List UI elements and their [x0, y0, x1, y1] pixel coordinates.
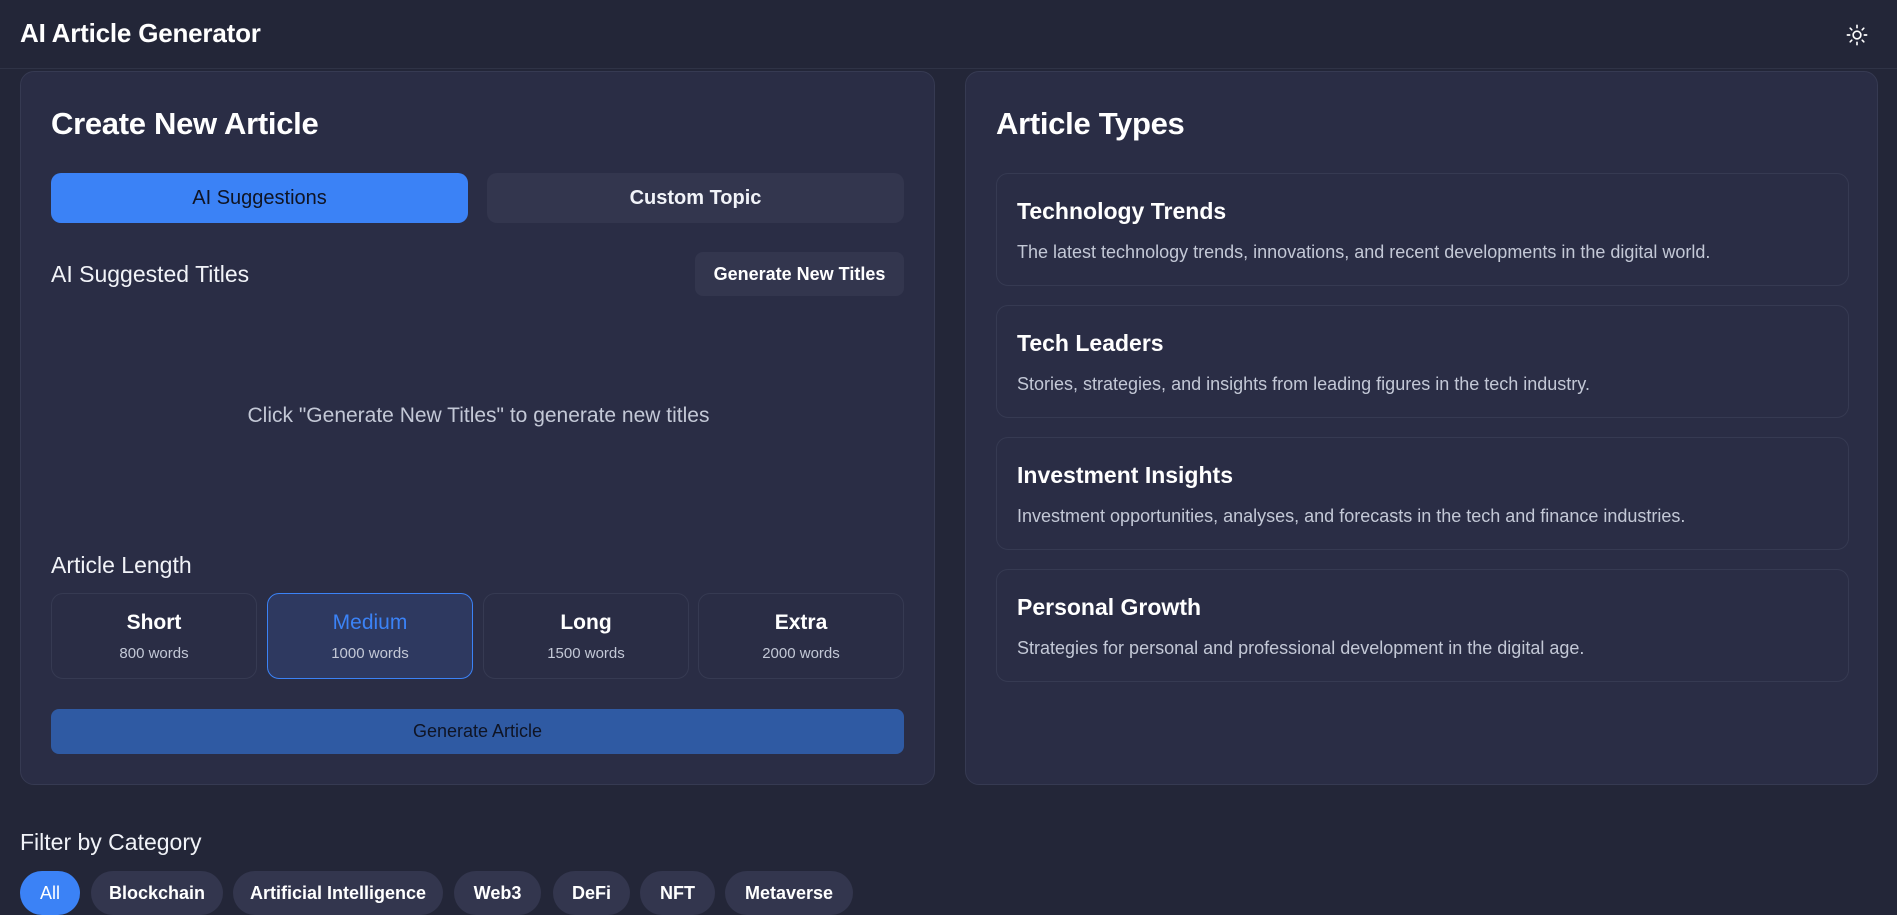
length-option-short[interactable]: Short 800 words — [51, 593, 257, 679]
theme-toggle-button[interactable] — [1842, 20, 1872, 50]
length-option-name: Long — [560, 611, 612, 634]
length-option-words: 2000 words — [762, 645, 840, 662]
article-type-description: The latest technology trends, innovation… — [1017, 242, 1711, 262]
article-type-title: Investment Insights — [1017, 462, 1233, 488]
length-option-name: Short — [126, 611, 182, 634]
article-type-description: Stories, strategies, and insights from l… — [1017, 374, 1590, 394]
length-option-name: Medium — [332, 611, 408, 634]
length-option-extra[interactable]: Extra 2000 words — [698, 593, 904, 679]
article-type-title: Personal Growth — [1017, 594, 1202, 620]
category-chip-defi[interactable]: DeFi — [553, 871, 630, 915]
article-type-title: Technology Trends — [1017, 198, 1227, 224]
length-option-words: 1000 words — [331, 645, 409, 662]
category-chip-metaverse[interactable]: Metaverse — [725, 871, 853, 915]
top-bar: AI Article Generator — [0, 0, 1897, 69]
length-option-long[interactable]: Long 1500 words — [483, 593, 689, 679]
article-type-technology-trends[interactable]: Technology Trends The latest technology … — [996, 173, 1849, 286]
filter-by-category-heading: Filter by Category — [20, 829, 202, 855]
article-type-description: Investment opportunities, analyses, and … — [1017, 506, 1686, 526]
category-chip-artificial-intelligence[interactable]: Artificial Intelligence — [233, 871, 443, 915]
category-chip-blockchain[interactable]: Blockchain — [91, 871, 223, 915]
article-type-tech-leaders[interactable]: Tech Leaders Stories, strategies, and in… — [996, 305, 1849, 418]
generate-article-button[interactable]: Generate Article — [51, 709, 904, 754]
article-length-heading: Article Length — [51, 552, 192, 578]
generate-new-titles-button[interactable]: Generate New Titles — [695, 252, 904, 296]
ai-suggested-titles-heading: AI Suggested Titles — [51, 261, 250, 287]
create-article-title: Create New Article — [51, 106, 319, 141]
article-type-personal-growth[interactable]: Personal Growth Strategies for personal … — [996, 569, 1849, 682]
sun-icon — [1846, 24, 1868, 46]
article-type-investment-insights[interactable]: Investment Insights Investment opportuni… — [996, 437, 1849, 550]
article-types-title: Article Types — [996, 106, 1185, 141]
category-chip-nft[interactable]: NFT — [640, 871, 715, 915]
article-type-description: Strategies for personal and professional… — [1017, 638, 1585, 658]
length-option-words: 1500 words — [547, 645, 625, 662]
category-chip-all[interactable]: All — [20, 871, 80, 915]
article-type-title: Tech Leaders — [1017, 330, 1164, 356]
tab-ai-suggestions[interactable]: AI Suggestions — [51, 173, 468, 223]
length-option-words: 800 words — [119, 645, 189, 662]
tab-custom-topic[interactable]: Custom Topic — [487, 173, 904, 223]
length-option-medium[interactable]: Medium 1000 words — [267, 593, 473, 679]
length-option-name: Extra — [774, 611, 828, 634]
app-title: AI Article Generator — [20, 18, 261, 48]
category-chip-web3[interactable]: Web3 — [454, 871, 541, 915]
article-types-panel: Article Types Technology Trends The late… — [965, 71, 1878, 785]
empty-titles-hint: Click "Generate New Titles" to generate … — [247, 404, 710, 427]
create-article-panel: Create New Article AI Suggestions Custom… — [20, 71, 935, 785]
